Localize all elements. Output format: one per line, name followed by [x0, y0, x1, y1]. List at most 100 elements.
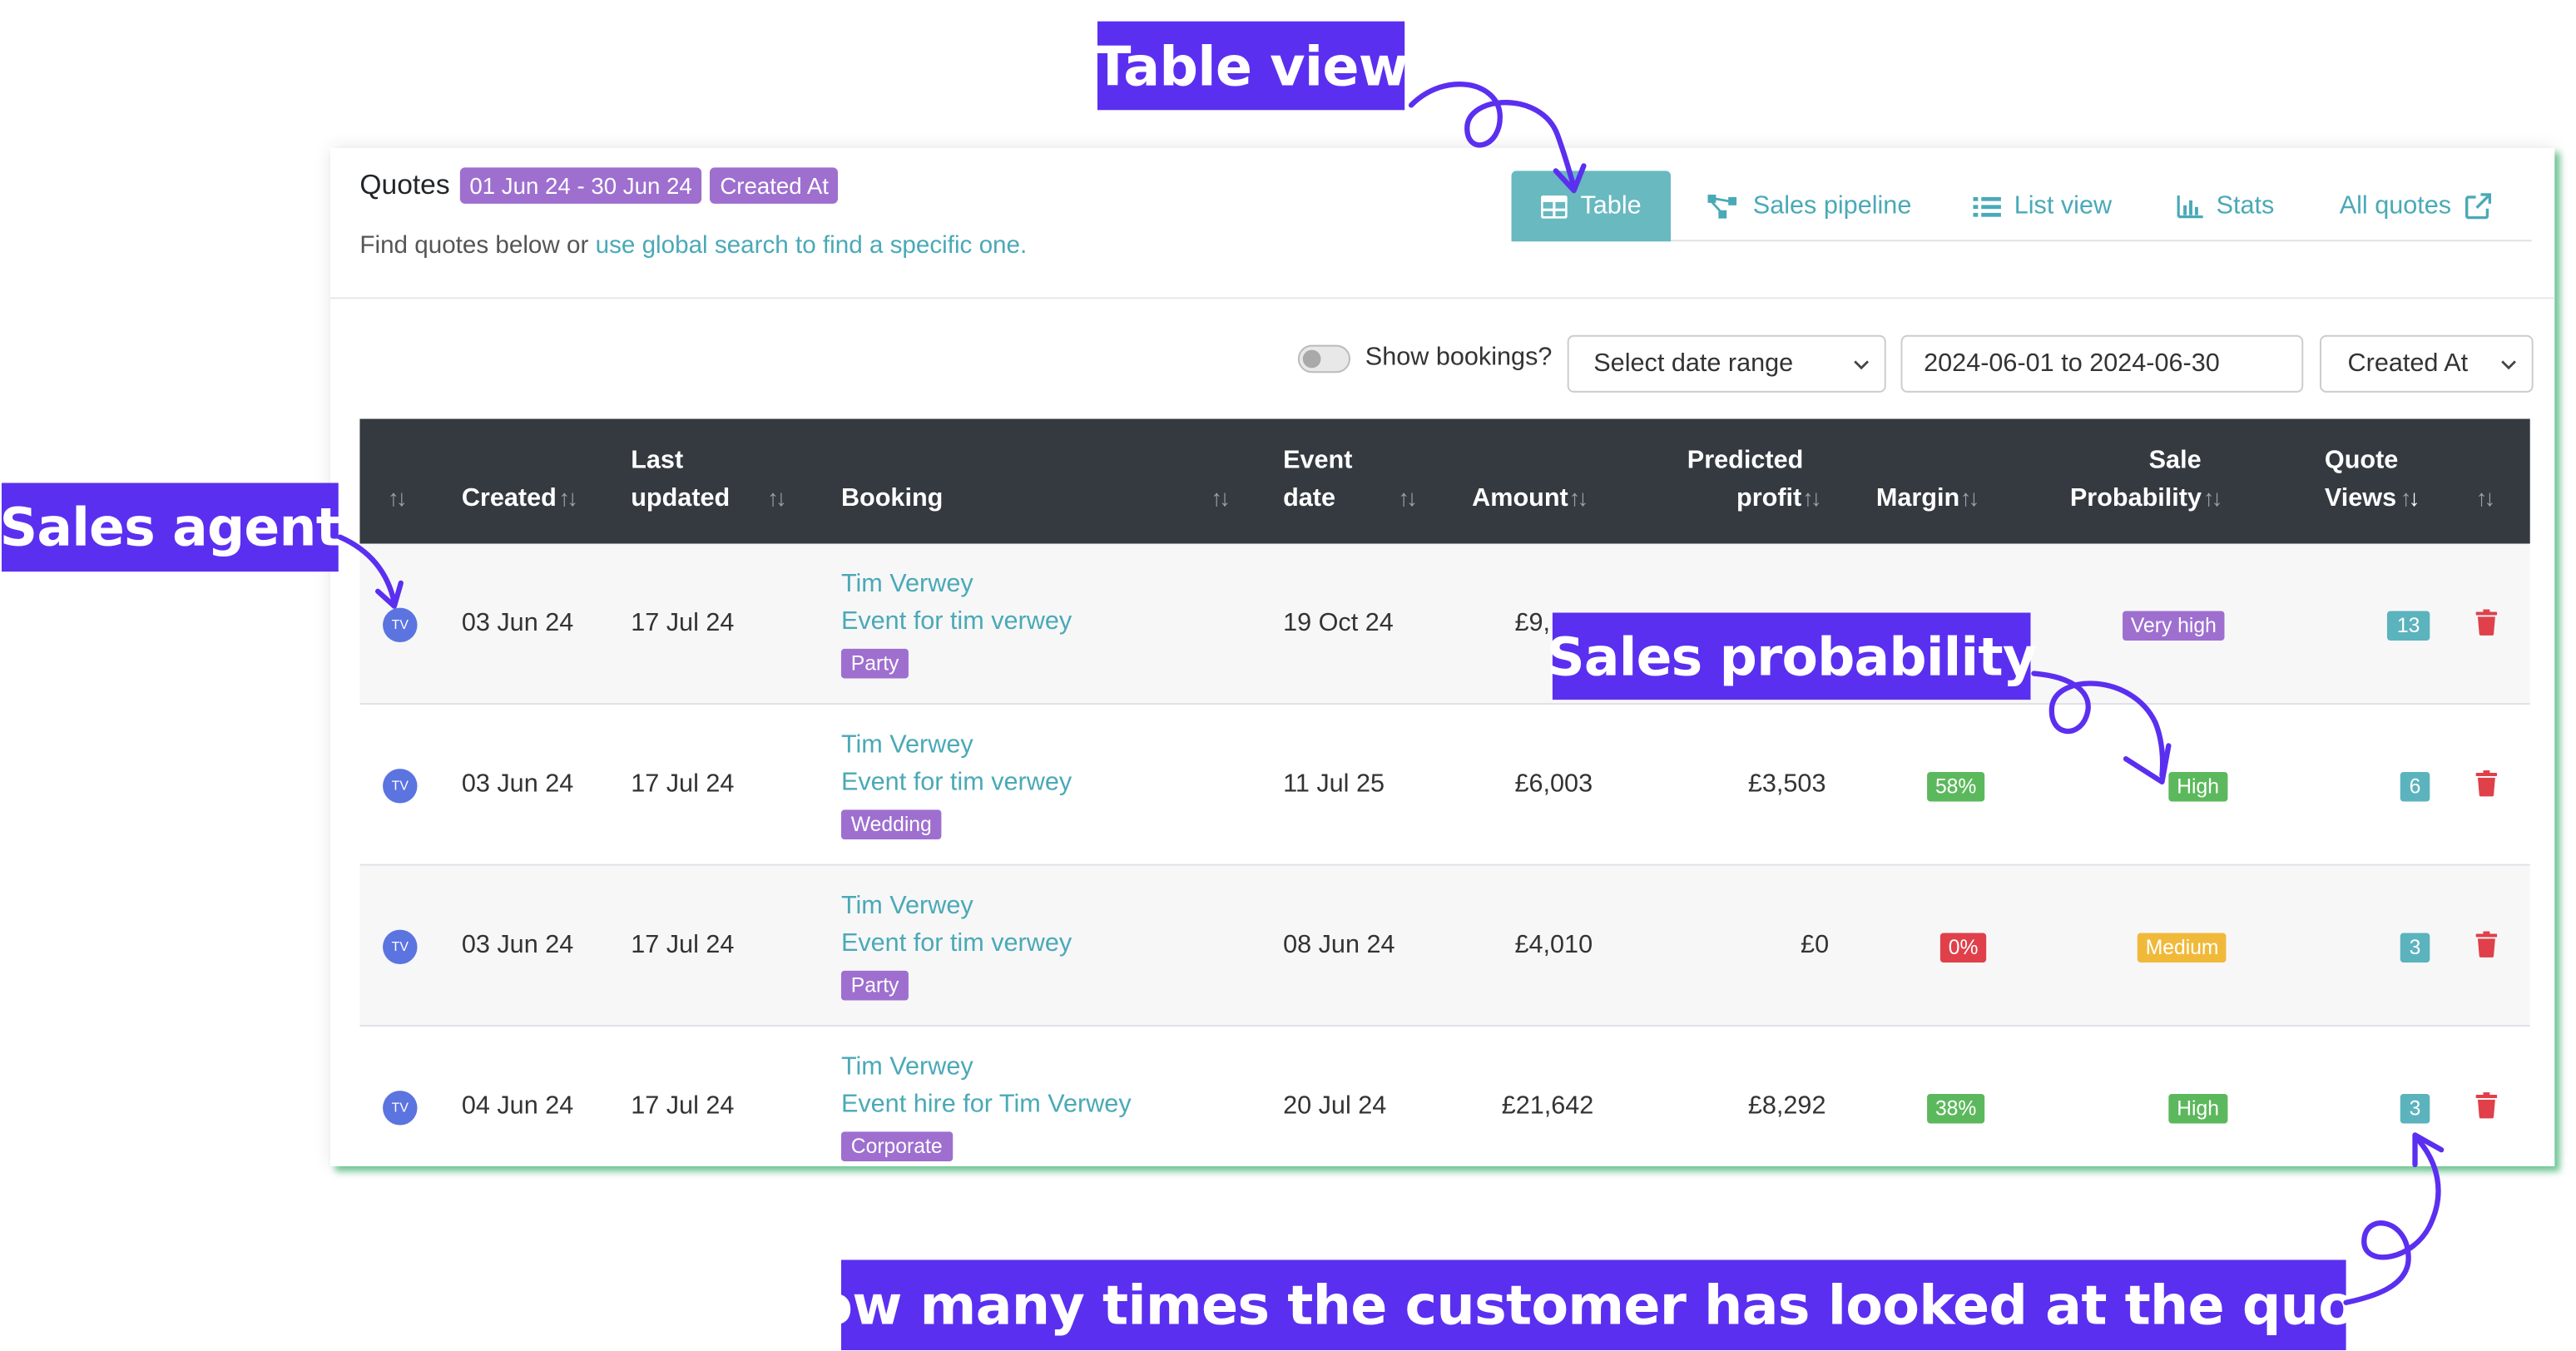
date-range-select-value: Select date range [1593, 349, 1794, 378]
probability-badge: High [2168, 772, 2227, 802]
trash-icon[interactable] [2475, 609, 2498, 636]
list-icon [1973, 195, 2001, 216]
show-bookings-toggle[interactable]: Show bookings? [1297, 343, 1553, 374]
sort-amount-icon[interactable]: ↑↓ [1569, 480, 1589, 517]
quotes-panel: Quotes 01 Jun 24 - 30 Jun 24 Created At … [329, 147, 2555, 1166]
table-icon [1541, 194, 1568, 218]
bar-chart-icon [2177, 194, 2203, 218]
date-range-select[interactable]: Select date range [1567, 334, 1886, 393]
table-row[interactable]: TV 03 Jun 24 17 Jul 24 Tim Verwey Event … [359, 543, 2530, 705]
booking-event-link[interactable]: Event for tim verwey [841, 608, 1072, 638]
date-range-badge: 01 Jun 24 - 30 Jun 24 [459, 167, 702, 204]
sales-agent-avatar[interactable]: TV [383, 607, 418, 643]
sort-profit-icon[interactable]: ↑↓ [1802, 480, 1822, 517]
margin-badge: 38% [1927, 1094, 1985, 1124]
header-profit-line1[interactable]: Predicted [1687, 442, 1803, 479]
cell-amount: £6,003 [1514, 770, 1593, 799]
cell-last-updated: 17 Jul 24 [631, 770, 735, 799]
show-bookings-label: Show bookings? [1365, 343, 1553, 372]
cell-created: 03 Jun 24 [461, 609, 574, 638]
tab-list-view-label: List view [2014, 191, 2113, 220]
cell-predicted-profit: £8,292 [1747, 1092, 1826, 1121]
cell-event-date: 19 Oct 24 [1283, 609, 1394, 638]
table-row[interactable]: TV 03 Jun 24 17 Jul 24 Tim Verwey Event … [359, 705, 2530, 866]
quote-views-badge: 3 [2400, 1094, 2430, 1124]
booking-customer-link[interactable]: Tim Verwey [841, 570, 973, 600]
tab-all-quotes-label: All quotes [2339, 191, 2452, 220]
sales-agent-avatar[interactable]: TV [383, 769, 418, 804]
view-tabs: Table Sales pipeline List view Stats All… [1511, 171, 2532, 242]
header-created[interactable]: Created [462, 480, 557, 517]
cell-predicted-profit: £0 [1801, 931, 1830, 960]
booking-event-link[interactable]: Event hire for Tim Verwey [841, 1091, 1132, 1121]
cell-predicted-profit: £3,503 [1747, 770, 1826, 799]
booking-tag: Party [840, 648, 909, 679]
chevron-down-icon [1854, 360, 1869, 370]
booking-customer-link[interactable]: Tim Verwey [841, 731, 973, 761]
booking-event-link[interactable]: Event for tim verwey [841, 769, 1072, 799]
sales-agent-avatar[interactable]: TV [383, 1091, 418, 1126]
cell-last-updated: 17 Jul 24 [631, 609, 735, 638]
sort-agent-icon[interactable]: ↑↓ [388, 480, 408, 517]
tab-stats-label: Stats [2216, 191, 2275, 220]
trash-icon[interactable] [2475, 1092, 2498, 1119]
quote-views-badge: 13 [2386, 611, 2430, 641]
header-amount[interactable]: Amount [1472, 480, 1568, 517]
sort-booking-icon[interactable]: ↑↓ [1211, 480, 1231, 517]
header-event-date-line1[interactable]: Event [1283, 442, 1352, 479]
trash-icon[interactable] [2475, 770, 2498, 797]
sales-agent-avatar[interactable]: TV [383, 929, 418, 965]
quote-views-badge: 3 [2400, 933, 2430, 963]
date-field-badge: Created At [710, 167, 839, 204]
booking-customer-link[interactable]: Tim Verwey [841, 892, 973, 922]
cell-event-date: 08 Jun 24 [1283, 931, 1395, 960]
cell-event-date: 20 Jul 24 [1283, 1092, 1387, 1121]
header-margin[interactable]: Margin [1876, 480, 1959, 517]
cell-created: 04 Jun 24 [461, 1092, 574, 1121]
booking-customer-link[interactable]: Tim Verwey [841, 1053, 973, 1083]
header-booking[interactable]: Booking [841, 480, 943, 517]
cell-amount: £4,010 [1514, 931, 1593, 960]
table-row[interactable]: TV 04 Jun 24 17 Jul 24 Tim Verwey Event … [359, 1027, 2529, 1166]
header-last-updated-line2[interactable]: updated [631, 480, 730, 517]
probability-badge: High [2168, 1094, 2227, 1124]
page-subtitle: Find quotes below or use global search t… [359, 231, 1027, 260]
sort-created-icon[interactable]: ↑↓ [558, 480, 578, 517]
header-profit-line2[interactable]: profit [1736, 480, 1801, 517]
tab-sales-pipeline[interactable]: Sales pipeline [1707, 171, 1912, 241]
sort-last-updated-icon[interactable]: ↑↓ [767, 480, 787, 517]
tab-table[interactable]: Table [1511, 171, 1672, 242]
probability-badge: Very high [2123, 611, 2225, 641]
header-views-line1[interactable]: Quote [2325, 442, 2398, 479]
sort-views-icon[interactable]: ↑↓ [2400, 480, 2420, 517]
header-views-line2[interactable]: Views [2325, 480, 2396, 517]
date-range-input[interactable]: 2024-06-01 to 2024-06-30 [1900, 334, 2304, 393]
booking-tag: Party [840, 970, 909, 1001]
tab-stats[interactable]: Stats [2177, 171, 2274, 241]
sort-margin-icon[interactable]: ↑↓ [1960, 480, 1980, 517]
header-event-date-line2[interactable]: date [1283, 480, 1335, 517]
header-last-updated-line1[interactable]: Last [631, 442, 683, 479]
date-field-select[interactable]: Created At [2319, 334, 2534, 393]
cell-amount: £9, [1514, 609, 1551, 638]
booking-tag: Corporate [840, 1131, 953, 1161]
sort-event-date-icon[interactable]: ↑↓ [1398, 480, 1418, 517]
toggle-switch[interactable] [1297, 344, 1351, 373]
header-divider [329, 297, 2555, 299]
date-range-input-value: 2024-06-01 to 2024-06-30 [1924, 349, 2220, 378]
header-probability-line2[interactable]: Probability [2070, 480, 2202, 517]
global-search-link[interactable]: use global search to find a specific one… [596, 231, 1028, 260]
table-row[interactable]: TV 03 Jun 24 17 Jul 24 Tim Verwey Event … [359, 865, 2530, 1027]
header-probability-line1[interactable]: Sale [2149, 442, 2202, 479]
trash-icon[interactable] [2475, 931, 2498, 958]
pipeline-icon [1707, 193, 1737, 218]
tab-all-quotes[interactable]: All quotes [2340, 171, 2493, 241]
booking-event-link[interactable]: Event for tim verwey [841, 930, 1072, 960]
sort-actions-icon[interactable]: ↑↓ [2476, 480, 2496, 517]
tab-list-view[interactable]: List view [1973, 171, 2112, 241]
annotation-quote-views: How many times the customer has looked a… [771, 1259, 2417, 1351]
booking-tag: Wedding [840, 809, 942, 839]
sort-probability-icon[interactable]: ↑↓ [2203, 480, 2223, 517]
tab-sales-pipeline-label: Sales pipeline [1752, 191, 1912, 220]
annotation-sales-agent: Sales agent [0, 482, 341, 572]
